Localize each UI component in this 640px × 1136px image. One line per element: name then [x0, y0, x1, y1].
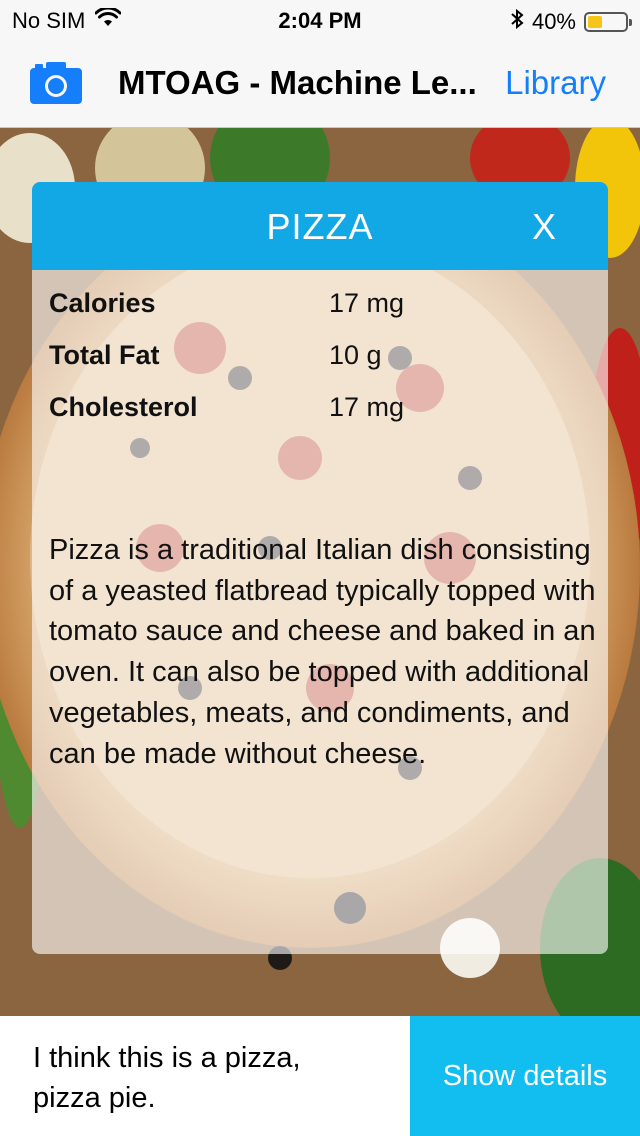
nutrition-label: Cholesterol	[49, 392, 198, 422]
food-description: Pizza is a traditional Italian dish cons…	[49, 534, 596, 770]
nutrition-row: Cholesterol 17 mg	[49, 388, 569, 440]
show-details-button[interactable]: Show details	[410, 1016, 640, 1136]
prediction-text: I think this is a pizza, pizza pie.	[33, 1042, 301, 1114]
status-right: 40%	[510, 8, 632, 36]
nutrition-row: Total Fat 10 g	[49, 336, 569, 388]
food-info-card: PIZZA X Calories 17 mg Total Fat 10 g Ch…	[32, 182, 608, 954]
battery-percent: 40%	[531, 9, 576, 34]
navigation-bar: MTOAG - Machine Le... Library	[0, 40, 640, 128]
nutrition-table: Calories 17 mg Total Fat 10 g Cholestero…	[49, 284, 569, 440]
bottom-bar: I think this is a pizza, pizza pie. Show…	[0, 1016, 640, 1136]
nutrition-value: 17 mg	[329, 392, 405, 422]
library-button[interactable]: Library	[505, 64, 606, 102]
battery-cap	[629, 19, 632, 26]
card-title: PIZZA	[266, 206, 374, 247]
nutrition-label: Calories	[49, 288, 156, 318]
bluetooth-icon	[510, 8, 524, 36]
nutrition-value: 10 g	[329, 340, 382, 370]
card-header: PIZZA X	[32, 182, 608, 270]
nav-title: MTOAG - Machine Le...	[118, 64, 477, 101]
camera-icon[interactable]	[30, 62, 82, 104]
status-bar: No SIM 2:04 PM 40%	[0, 0, 640, 40]
nutrition-label: Total Fat	[49, 340, 160, 370]
app-screen: No SIM 2:04 PM 40% MTOAG - Machine Le...…	[0, 0, 640, 1136]
nutrition-row: Calories 17 mg	[49, 284, 569, 336]
nutrition-value: 17 mg	[329, 288, 405, 318]
close-button[interactable]: X	[532, 206, 556, 248]
battery-icon	[584, 12, 632, 32]
battery-fill	[588, 16, 602, 28]
